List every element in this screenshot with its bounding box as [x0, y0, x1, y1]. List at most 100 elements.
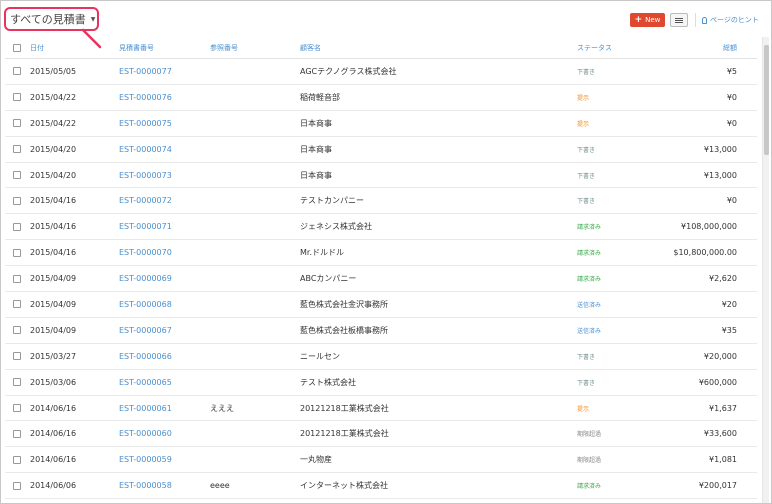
table-row[interactable]: 2015/04/09 EST-0000068 藍色株式会社金沢事務所 送信済み …: [5, 292, 757, 318]
row-checkbox-cell: [13, 163, 21, 188]
row-customer-name: テスト株式会社: [300, 377, 356, 387]
row-checkbox[interactable]: [13, 67, 21, 76]
row-status-label: 請求済み: [577, 483, 602, 491]
more-options-button[interactable]: [670, 13, 688, 27]
row-total-amount: ¥200,017: [698, 481, 737, 491]
table-row[interactable]: 2015/04/20 EST-0000074 日本商事 下書き ¥13,000: [5, 137, 757, 163]
row-checkbox-cell: [13, 344, 21, 369]
row-total-amount: ¥600,000: [698, 377, 737, 387]
table-row[interactable]: 2015/04/09 EST-0000069 ABCカンパニー 請求済み ¥2,…: [5, 266, 757, 293]
row-checkbox[interactable]: [13, 119, 21, 128]
column-header-status[interactable]: ステータス: [577, 37, 612, 58]
column-header-total[interactable]: 総額: [723, 37, 737, 58]
row-estimate-number-link[interactable]: EST-0000072: [119, 188, 172, 213]
row-date: 2015/05/05: [30, 66, 77, 76]
row-checkbox[interactable]: [13, 171, 21, 179]
row-status-label: 下書き: [577, 146, 596, 154]
row-status-label: 下書き: [577, 353, 596, 361]
row-estimate-number-link[interactable]: EST-0000076: [119, 85, 172, 110]
row-checkbox[interactable]: [13, 222, 21, 231]
row-checkbox[interactable]: [13, 145, 21, 154]
row-estimate-number-link[interactable]: EST-0000060: [119, 421, 172, 446]
row-estimate-number-link[interactable]: EST-0000075: [119, 111, 172, 136]
row-checkbox[interactable]: [13, 455, 21, 464]
table-row[interactable]: 2015/04/16 EST-0000072 テストカンパニー 下書き ¥0: [5, 188, 757, 215]
row-estimate-number-link[interactable]: EST-0000074: [119, 137, 172, 162]
column-header-estimate-number[interactable]: 見積書番号: [119, 37, 154, 58]
row-date: 2015/04/20: [30, 144, 77, 154]
row-total-amount: ¥13,000: [703, 170, 737, 180]
row-estimate-number-link[interactable]: EST-0000066: [119, 344, 172, 369]
table-row[interactable]: 2015/04/20 EST-0000073 日本商事 下書き ¥13,000: [5, 163, 757, 189]
row-date: 2015/04/09: [30, 274, 77, 284]
row-customer-name: 藍色株式会社金沢事務所: [300, 299, 388, 309]
scrollbar-thumb[interactable]: [764, 45, 769, 155]
row-checkbox[interactable]: [13, 248, 21, 257]
table-row[interactable]: 2014/06/06 EST-0000058 eeee インターネット株式会社 …: [5, 473, 757, 500]
row-total-amount: ¥20,000: [703, 351, 737, 361]
row-estimate-number-link[interactable]: EST-0000065: [119, 370, 172, 395]
row-estimate-number-link[interactable]: EST-0000077: [119, 59, 172, 84]
column-header-customer[interactable]: 顧客名: [300, 37, 321, 58]
select-all-cell: [13, 37, 21, 58]
row-checkbox[interactable]: [13, 196, 21, 205]
row-checkbox-cell: [13, 111, 21, 136]
table-row[interactable]: 2015/04/16 EST-0000070 Mr.ドルドル 請求済み $10,…: [5, 240, 757, 267]
column-header-reference-number[interactable]: 参照番号: [210, 37, 238, 58]
estimates-page: すべての見積書 ▼ + New ページのヒント 日付 見積書番号 参照番号 顧客…: [0, 0, 772, 504]
table-row[interactable]: 2015/03/06 EST-0000065 テスト株式会社 下書き ¥600,…: [5, 370, 757, 396]
row-total-amount: ¥1,637: [709, 403, 737, 413]
table-row[interactable]: 2015/04/09 EST-0000067 藍色株式会社板橋事務所 送信済み …: [5, 318, 757, 344]
row-checkbox[interactable]: [13, 300, 21, 309]
column-header-date[interactable]: 日付: [30, 37, 44, 58]
table-row[interactable]: 2014/06/16 EST-0000060 20121218工業株式会社 期限…: [5, 421, 757, 448]
row-estimate-number-link[interactable]: EST-0000068: [119, 292, 172, 317]
page-hint-label: ページのヒント: [710, 16, 759, 24]
row-estimate-number-link[interactable]: EST-0000073: [119, 163, 172, 188]
row-checkbox[interactable]: [13, 378, 21, 387]
hamburger-icon: [675, 17, 683, 23]
page-hint-link[interactable]: ページのヒント: [702, 13, 759, 27]
table-row[interactable]: 2014/06/16 EST-0000061 えええ 20121218工業株式会…: [5, 396, 757, 422]
row-estimate-number-link[interactable]: EST-0000059: [119, 447, 172, 472]
row-estimate-number-link[interactable]: EST-0000071: [119, 214, 172, 239]
row-date: 2015/04/16: [30, 222, 77, 232]
table-row[interactable]: 2015/03/27 EST-0000066 ニールセン 下書き ¥20,000: [5, 344, 757, 370]
chevron-down-icon: ▼: [90, 15, 96, 23]
row-customer-name: 一丸物産: [300, 455, 332, 465]
row-checkbox[interactable]: [13, 93, 21, 102]
row-status-label: 下書き: [577, 68, 596, 76]
row-checkbox[interactable]: [13, 326, 21, 335]
row-customer-name: 20121218工業株式会社: [300, 403, 389, 413]
row-customer-name: 稲荷軽音部: [300, 92, 340, 102]
row-checkbox-cell: [13, 137, 21, 162]
row-checkbox-cell: [13, 447, 21, 472]
table-row[interactable]: 2015/05/05 EST-0000077 AGCテクノグラス株式会社 下書き…: [5, 59, 757, 85]
row-checkbox[interactable]: [13, 274, 21, 283]
row-checkbox[interactable]: [13, 404, 21, 413]
row-estimate-number-link[interactable]: EST-0000070: [119, 240, 172, 265]
view-selector-label: すべての見積書: [10, 13, 86, 26]
row-estimate-number-link[interactable]: EST-0000061: [119, 396, 172, 421]
table-row[interactable]: 2015/04/16 EST-0000071 ジェネシス株式会社 請求済み ¥1…: [5, 214, 757, 241]
row-estimate-number-link[interactable]: EST-0000067: [119, 318, 172, 343]
row-customer-name: インターネット株式会社: [300, 481, 388, 491]
view-selector-dropdown[interactable]: すべての見積書 ▼: [4, 7, 99, 31]
row-date: 2015/04/09: [30, 325, 77, 335]
row-checkbox[interactable]: [13, 481, 21, 490]
row-total-amount: $10,800,000.00: [673, 248, 737, 258]
new-estimate-button[interactable]: + New: [630, 13, 665, 27]
row-estimate-number-link[interactable]: EST-0000058: [119, 473, 172, 498]
row-total-amount: ¥0: [726, 118, 737, 128]
row-estimate-number-link[interactable]: EST-0000069: [119, 266, 172, 291]
table-row[interactable]: 2015/04/22 EST-0000075 日本商事 提示 ¥0: [5, 111, 757, 137]
row-status-label: 下書き: [577, 198, 596, 206]
table-row[interactable]: 2014/06/16 EST-0000059 一丸物産 期限超過 ¥1,081: [5, 447, 757, 474]
select-all-checkbox[interactable]: [13, 43, 21, 52]
row-checkbox-cell: [13, 370, 21, 395]
table-row[interactable]: 2015/04/22 EST-0000076 稲荷軽音部 提示 ¥0: [5, 85, 757, 111]
row-checkbox[interactable]: [13, 429, 21, 438]
estimates-table: 日付 見積書番号 参照番号 顧客名 ステータス 総額 2015/05/05 ES…: [5, 37, 757, 500]
row-checkbox[interactable]: [13, 352, 21, 361]
vertical-scrollbar[interactable]: [762, 37, 769, 503]
